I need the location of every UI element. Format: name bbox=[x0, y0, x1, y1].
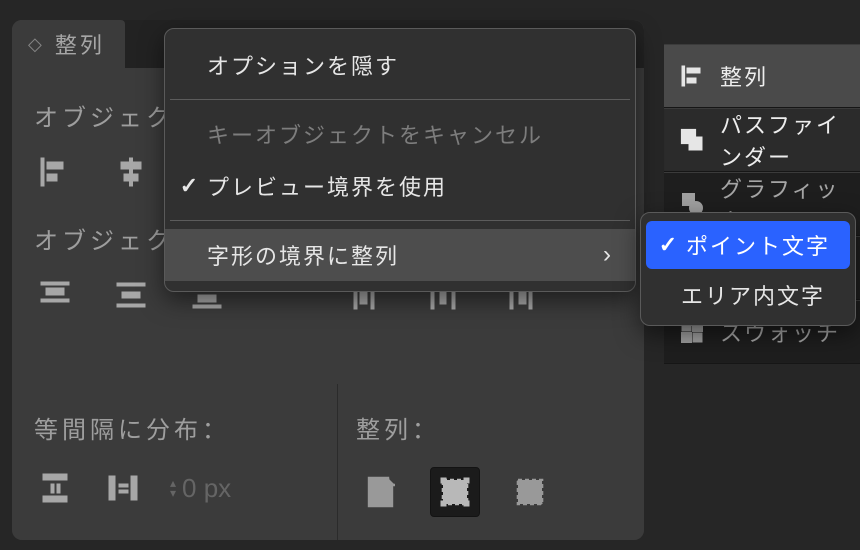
submenu-item-label: ポイント文字 bbox=[686, 229, 830, 261]
menu-item-align-to-glyph-bounds[interactable]: 字形の境界に整列 › bbox=[165, 229, 635, 281]
align-to-artboard-icon[interactable] bbox=[356, 468, 404, 516]
submenu-item-point-text[interactable]: ✓ ポイント文字 bbox=[646, 221, 850, 269]
section-label-distribute-spacing: 等間隔に分布： bbox=[34, 410, 315, 445]
right-panel-item-align[interactable]: 整列 bbox=[664, 44, 860, 108]
right-panel-label: 整列 bbox=[720, 60, 768, 92]
menu-item-hide-options[interactable]: オプションを隠す bbox=[165, 39, 635, 91]
menu-item-label: オプションを隠す bbox=[207, 49, 399, 81]
align-panel-icon bbox=[678, 62, 706, 90]
align-to-key-object-icon[interactable] bbox=[506, 468, 554, 516]
pathfinder-panel-icon bbox=[678, 126, 706, 154]
panel-tab-align[interactable]: ◇ 整列 bbox=[12, 20, 125, 68]
panel-tab-label: 整列 bbox=[55, 28, 105, 60]
submenu-item-label: エリア内文字 bbox=[681, 279, 825, 311]
menu-item-label: プレビュー境界を使用 bbox=[207, 170, 447, 202]
menu-separator bbox=[170, 220, 630, 221]
panel-flyout-menu: オプションを隠す キーオブジェクトをキャンセル ✓ プレビュー境界を使用 字形の… bbox=[164, 28, 636, 292]
right-panel-label: パスファインダー bbox=[720, 108, 846, 172]
distribute-top-icon[interactable] bbox=[34, 274, 76, 316]
submenu-arrow-icon: › bbox=[603, 241, 613, 269]
spacing-input[interactable]: ▴▾ 0 px bbox=[170, 473, 231, 504]
align-to-selection-icon[interactable] bbox=[430, 467, 480, 517]
panel-bottom-row: 等間隔に分布： ▴▾ 0 px 整列： bbox=[12, 384, 644, 540]
menu-item-use-preview-bounds[interactable]: ✓ プレビュー境界を使用 bbox=[165, 160, 635, 212]
checkmark-icon: ✓ bbox=[179, 173, 201, 199]
align-center-h-icon[interactable] bbox=[110, 151, 152, 193]
stepper-arrows-icon[interactable]: ▴▾ bbox=[170, 478, 176, 498]
drag-handle-icon: ◇ bbox=[28, 35, 45, 53]
align-left-icon[interactable] bbox=[34, 151, 76, 193]
section-label-align-to: 整列： bbox=[356, 410, 626, 445]
menu-item-label: 字形の境界に整列 bbox=[207, 239, 399, 271]
distribute-center-v-icon[interactable] bbox=[110, 274, 152, 316]
submenu-item-area-text[interactable]: エリア内文字 bbox=[641, 271, 855, 319]
checkmark-icon: ✓ bbox=[658, 232, 680, 258]
distribute-spacing-h-icon[interactable] bbox=[102, 467, 144, 509]
glyph-bounds-submenu: ✓ ポイント文字 エリア内文字 bbox=[640, 212, 856, 326]
right-panel-item-pathfinder[interactable]: パスファインダー bbox=[664, 108, 860, 172]
spacing-value: 0 px bbox=[182, 473, 231, 504]
distribute-spacing-v-icon[interactable] bbox=[34, 467, 76, 509]
menu-separator bbox=[170, 99, 630, 100]
menu-item-label: キーオブジェクトをキャンセル bbox=[207, 118, 543, 150]
menu-item-cancel-key-object: キーオブジェクトをキャンセル bbox=[165, 108, 635, 160]
